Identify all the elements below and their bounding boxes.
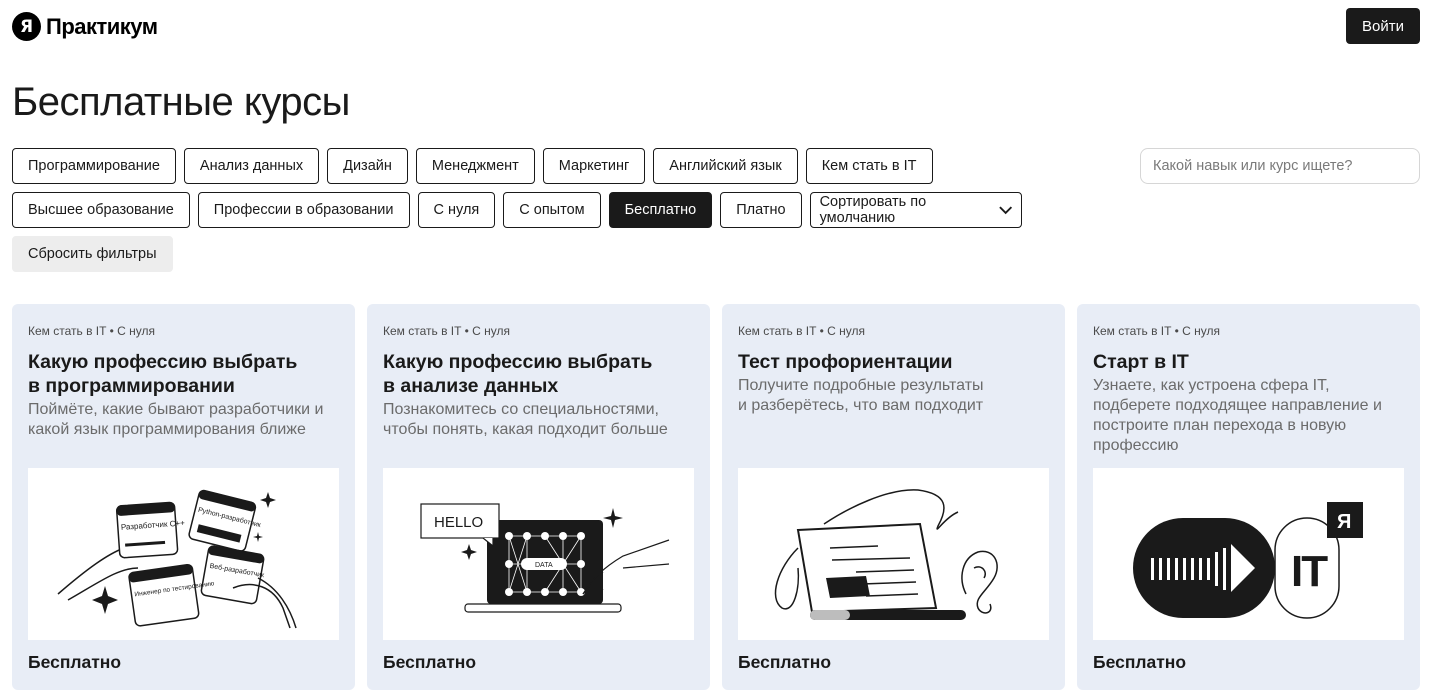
card-tags: Кем стать в IT • С нуля bbox=[28, 324, 155, 338]
filter-chip-career-it[interactable]: Кем стать в IT bbox=[805, 148, 933, 184]
filter-chip-management[interactable]: Менеджмент bbox=[415, 148, 535, 184]
card-tags: Кем стать в IT • С нуля bbox=[738, 324, 865, 338]
course-card[interactable]: Кем стать в IT • С нуля Старт в IT Узнае… bbox=[1077, 304, 1420, 690]
filter-chip-english[interactable]: Английский язык bbox=[653, 148, 798, 184]
card-image-text: DATA bbox=[535, 562, 553, 569]
filter-chip-experienced[interactable]: С опытом bbox=[503, 192, 601, 228]
filter-row: Высшее образование Профессии в образован… bbox=[12, 192, 1022, 228]
card-price: Бесплатно bbox=[738, 652, 832, 672]
logo[interactable]: Я Практикум bbox=[12, 12, 158, 41]
filter-chip-education-professions[interactable]: Профессии в образовании bbox=[197, 192, 410, 228]
card-title: Какую профессию выбрать в программирован… bbox=[28, 351, 298, 397]
card-title: Старт в IT bbox=[1093, 351, 1189, 373]
filter-chip-programming[interactable]: Программирование bbox=[12, 148, 176, 184]
header: Я Практикум Войти bbox=[12, 8, 1420, 48]
filter-chip-free[interactable]: Бесплатно bbox=[608, 192, 713, 228]
sort-dropdown[interactable]: Сортировать по умолчанию bbox=[809, 192, 1022, 228]
search-input[interactable] bbox=[1140, 148, 1420, 184]
card-illustration bbox=[738, 468, 1049, 640]
card-description: Узнаете, как устроена сфера IT, подберет… bbox=[1093, 377, 1382, 454]
course-card[interactable]: Кем стать в IT • С нуля Какую профессию … bbox=[12, 304, 355, 690]
filter-chip-higher-education[interactable]: Высшее образование bbox=[12, 192, 190, 228]
filter-row: Сбросить фильтры bbox=[12, 236, 1022, 272]
filter-chip-paid[interactable]: Платно bbox=[720, 192, 802, 228]
card-price: Бесплатно bbox=[383, 652, 477, 672]
filter-row: Программирование Анализ данных Дизайн Ме… bbox=[12, 148, 1022, 184]
career-test-laptop-illustration bbox=[774, 489, 998, 620]
start-it-illustration: IT Я bbox=[1133, 502, 1363, 619]
card-image-text: HELLO bbox=[434, 514, 483, 531]
filters-panel: Программирование Анализ данных Дизайн Ме… bbox=[12, 148, 1022, 280]
chevron-down-icon bbox=[998, 206, 1012, 215]
reset-filters-button[interactable]: Сбросить фильтры bbox=[12, 236, 173, 272]
card-illustration: DATA HELLO bbox=[383, 468, 694, 640]
filter-chip-marketing[interactable]: Маркетинг bbox=[542, 148, 646, 184]
card-title: Какую профессию выбрать в анализе данных bbox=[383, 351, 653, 397]
card-price: Бесплатно bbox=[1093, 652, 1187, 672]
filter-chip-data-analysis[interactable]: Анализ данных bbox=[183, 148, 320, 184]
card-image-text: IT bbox=[1291, 547, 1328, 596]
card-price: Бесплатно bbox=[28, 652, 122, 672]
card-illustration: Разработчик C++ Python-разработчик Веб-р… bbox=[28, 468, 339, 640]
course-cards: Кем стать в IT • С нуля Какую профессию … bbox=[12, 304, 1420, 690]
page-title: Бесплатные курсы bbox=[12, 80, 350, 124]
card-description: Получите подробные результаты и разберёт… bbox=[738, 377, 984, 414]
sort-dropdown-label: Сортировать по умолчанию bbox=[819, 194, 927, 226]
developer-cards-illustration: Разработчик C++ Python-разработчик Веб-р… bbox=[57, 489, 297, 629]
card-image-text: Я bbox=[1337, 511, 1351, 533]
card-description: Поймёте, какие бывают разработчики и как… bbox=[28, 401, 324, 438]
login-button[interactable]: Войти bbox=[1346, 8, 1420, 44]
card-tags: Кем стать в IT • С нуля bbox=[383, 324, 510, 338]
filter-chip-design[interactable]: Дизайн bbox=[327, 148, 408, 184]
data-network-illustration: DATA HELLO bbox=[420, 503, 670, 613]
card-illustration: IT Я bbox=[1093, 468, 1404, 640]
card-tags: Кем стать в IT • С нуля bbox=[1093, 324, 1220, 338]
logo-text: Практикум bbox=[46, 13, 158, 39]
card-title: Тест профориентации bbox=[738, 351, 953, 373]
course-card[interactable]: Кем стать в IT • С нуля Тест профориента… bbox=[722, 304, 1065, 690]
card-description: Познакомитесь со специальностями, чтобы … bbox=[383, 401, 668, 438]
course-card[interactable]: Кем стать в IT • С нуля Какую профессию … bbox=[367, 304, 710, 690]
filter-chip-from-scratch[interactable]: С нуля bbox=[417, 192, 496, 228]
yandex-logo-icon: Я bbox=[12, 12, 41, 41]
